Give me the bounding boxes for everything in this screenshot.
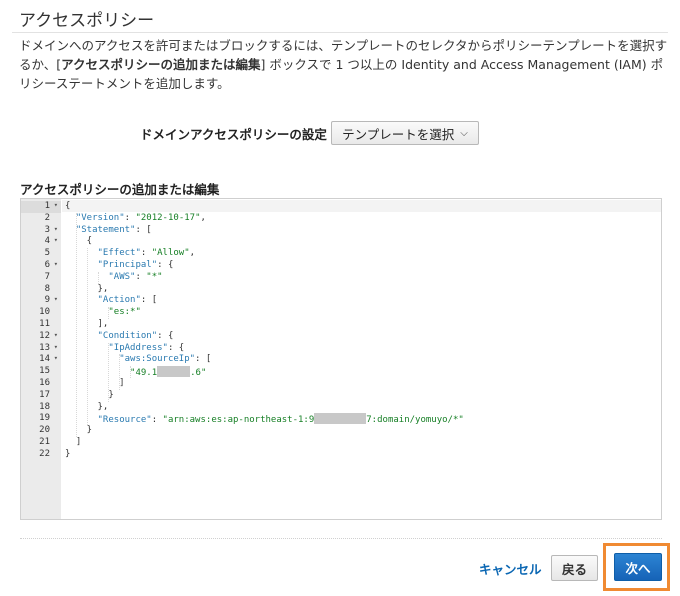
line-number-text: 10 xyxy=(39,307,50,318)
fold-toggle-icon[interactable]: ▾ xyxy=(54,201,58,209)
redacted-block xyxy=(314,413,367,425)
line-number-text: 3 xyxy=(44,224,50,235)
line-number: 21 xyxy=(21,437,61,449)
fold-toggle-icon[interactable]: ▾ xyxy=(54,331,58,339)
fold-toggle-icon[interactable]: ▾ xyxy=(54,236,58,244)
editor-gutter: 1 ▾ 2 3 ▾ 4 ▾ 5 6 ▾ 7 8 9 ▾ 10 11 12 ▾ 13 ▾ 14 ▾ 15 16 17 18 19 20 2… xyxy=(21,199,61,519)
line-number-text: 19 xyxy=(39,413,50,424)
line-number-text: 20 xyxy=(39,425,50,436)
line-number-text: 21 xyxy=(39,437,50,447)
line-number: 12 ▾ xyxy=(21,331,61,343)
line-number: 7 xyxy=(21,272,61,284)
line-number: 16 xyxy=(21,378,61,390)
fold-toggle-icon[interactable]: ▾ xyxy=(54,354,58,362)
line-number: 11 xyxy=(21,319,61,331)
line-number-text: 16 xyxy=(39,378,50,388)
indent-guide xyxy=(119,354,121,390)
code-line: "Version": "2012-10-17", xyxy=(75,212,206,223)
code-line: ] xyxy=(65,437,82,447)
fold-toggle-icon[interactable]: ▾ xyxy=(54,225,58,233)
indent-guide xyxy=(75,212,77,437)
code-line: "Principal": { xyxy=(97,260,174,270)
line-number-text: 2 xyxy=(44,212,50,223)
next-button[interactable]: 次へ xyxy=(614,553,662,581)
code-line: "IpAddress": { xyxy=(108,342,185,353)
line-number-text: 8 xyxy=(44,283,50,294)
code-suffix: 7:domain/yomuyo/*" xyxy=(366,415,464,426)
code-line: } xyxy=(65,425,93,436)
line-number-text: 1 xyxy=(44,201,50,211)
line-number: 22 xyxy=(21,449,61,461)
line-number: 9 ▾ xyxy=(21,295,61,307)
select-template-label: テンプレートを選択 xyxy=(342,126,455,142)
line-number: 17 xyxy=(21,390,61,402)
line-number: 14 ▾ xyxy=(21,354,61,366)
fold-toggle-icon[interactable]: ▾ xyxy=(54,295,58,303)
line-number-text: 6 xyxy=(44,260,50,270)
line-number-text: 17 xyxy=(39,389,50,400)
code-suffix: .6" xyxy=(190,368,207,379)
code-line: "AWS": "*" xyxy=(108,271,163,282)
indent-guide xyxy=(86,248,88,426)
line-number-text: 5 xyxy=(44,248,50,259)
cancel-link[interactable]: キャンセル xyxy=(479,559,542,578)
code-line: { xyxy=(65,236,93,247)
line-number: 19 xyxy=(21,413,61,425)
line-number: 8 xyxy=(21,284,61,296)
line-number: 6 ▾ xyxy=(21,260,61,272)
line-number-text: 15 xyxy=(39,366,50,377)
select-template-button[interactable]: テンプレートを選択 ⌵ xyxy=(331,121,479,145)
line-number: 1 ▾ xyxy=(21,201,61,213)
line-number: 15 xyxy=(21,366,61,378)
line-number: 10 xyxy=(21,307,61,319)
code-line: "Effect": "Allow", xyxy=(97,248,196,259)
indent-guide xyxy=(108,307,110,319)
line-number-text: 9 xyxy=(44,295,50,306)
code-line: { xyxy=(65,201,71,211)
line-number-text: 12 xyxy=(39,330,50,341)
line-number: 2 xyxy=(21,213,61,225)
line-number-text: 13 xyxy=(39,342,50,353)
domain-access-policy-label: ドメインアクセスポリシーの設定 xyxy=(140,127,327,142)
redacted-block xyxy=(157,366,191,378)
code-line: ] xyxy=(65,378,125,388)
policy-editor-label: アクセスポリシーの追加または編集 xyxy=(20,182,220,197)
code-line: "Action": [ xyxy=(97,295,158,306)
page-description: ドメインへのアクセスを許可またはブロックするには、テンプレートのセレクタからポリ… xyxy=(19,36,669,93)
description-bold-text: アクセスポリシーの追加または編集 xyxy=(61,57,261,72)
line-number: 5 xyxy=(21,248,61,260)
footer-divider xyxy=(20,538,662,539)
code-line: } xyxy=(65,389,114,400)
fold-toggle-icon[interactable]: ▾ xyxy=(54,343,58,351)
fold-toggle-icon[interactable]: ▾ xyxy=(54,260,58,268)
editor-code-area[interactable]: { "Version": "2012-10-17", "Statement": … xyxy=(62,199,661,519)
line-number: 4 ▾ xyxy=(21,236,61,248)
line-number: 13 ▾ xyxy=(21,343,61,355)
active-line-highlight xyxy=(62,200,661,212)
line-number-text: 4 xyxy=(44,236,50,247)
line-number: 20 xyxy=(21,425,61,437)
indent-guide xyxy=(130,366,132,378)
line-number-text: 7 xyxy=(44,271,50,282)
line-number-text: 14 xyxy=(39,354,50,365)
back-button[interactable]: 戻る xyxy=(551,555,598,581)
code-line: "Condition": { xyxy=(97,330,174,341)
page-title: アクセスポリシー xyxy=(19,11,155,31)
chevron-down-icon: ⌵ xyxy=(460,127,468,139)
line-number-text: 22 xyxy=(39,448,50,459)
line-number: 3 ▾ xyxy=(21,225,61,237)
page-header: アクセスポリシー xyxy=(0,0,680,33)
policy-code-editor[interactable]: 1 ▾ 2 3 ▾ 4 ▾ 5 6 ▾ 7 8 9 ▾ 10 11 12 ▾ 13 ▾ 14 ▾ 15 16 17 18 19 20 2… xyxy=(20,198,662,520)
indent-guide xyxy=(108,342,110,402)
code-line: "Statement": [ xyxy=(75,224,152,235)
indent-guide xyxy=(97,271,99,284)
code-line: "Resource": "arn:aws:es:ap-northeast-1:9… xyxy=(97,413,464,426)
line-number-text: 18 xyxy=(39,401,50,412)
line-number: 18 xyxy=(21,402,61,414)
header-divider xyxy=(12,32,668,33)
line-number-text: 11 xyxy=(39,319,50,329)
code-line: } xyxy=(65,448,71,459)
